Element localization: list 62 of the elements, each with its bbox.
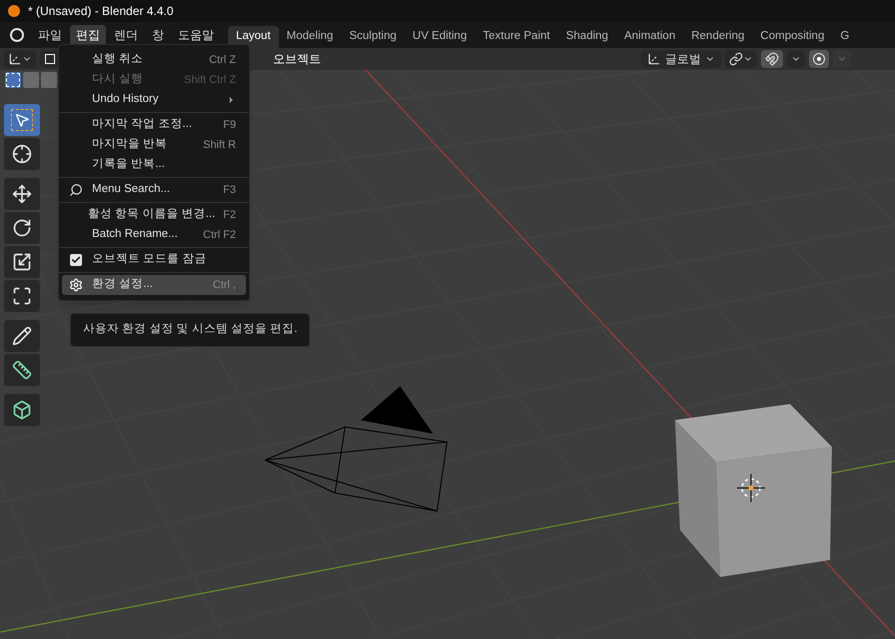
checkbox[interactable] bbox=[70, 254, 82, 266]
rotate-icon bbox=[12, 218, 32, 238]
menu-item[interactable]: 도움말 bbox=[172, 25, 220, 45]
tool-button[interactable] bbox=[4, 104, 40, 136]
workspace-tab[interactable]: G bbox=[832, 26, 858, 48]
menu-item[interactable]: Batch Rename... Ctrl F2 bbox=[62, 225, 246, 245]
3d-cursor-icon bbox=[736, 474, 766, 502]
object-menu[interactable]: 오브젝트 bbox=[269, 50, 325, 68]
magnet-icon bbox=[765, 52, 779, 66]
workspace-tab[interactable]: Sculpting bbox=[341, 26, 405, 48]
orientation-dropdown[interactable]: 글로벌 bbox=[641, 50, 721, 68]
tool-button[interactable] bbox=[4, 138, 40, 170]
workspace-tab[interactable]: UV Editing bbox=[404, 26, 475, 48]
tool-button[interactable] bbox=[4, 246, 40, 278]
search-icon bbox=[69, 183, 83, 197]
axes-icon bbox=[647, 52, 661, 66]
workspace-tab[interactable]: Layout bbox=[228, 26, 279, 48]
tool-button[interactable] bbox=[4, 178, 40, 210]
pivot-dropdown[interactable] bbox=[725, 50, 757, 68]
scale-icon bbox=[12, 252, 32, 272]
window-title: * (Unsaved) - Blender 4.4.0 bbox=[28, 3, 174, 20]
menu-item[interactable]: 파일 bbox=[32, 25, 68, 45]
workspace-tab[interactable]: Texture Paint bbox=[474, 26, 558, 48]
select-box-icon[interactable] bbox=[40, 50, 60, 68]
tooltip: 사용자 환경 설정 및 시스템 설정을 편집. bbox=[70, 313, 310, 347]
cube-icon bbox=[12, 400, 32, 420]
workspace-tab[interactable]: Rendering bbox=[683, 26, 752, 48]
tool-button[interactable] bbox=[4, 320, 40, 352]
menu-item[interactable]: Menu Search... F3 bbox=[62, 180, 246, 200]
menu-item[interactable]: 마지막을 반복 Shift R bbox=[62, 135, 246, 155]
link-icon bbox=[729, 52, 743, 66]
menu-item[interactable]: 실행 취소 Ctrl Z bbox=[62, 50, 246, 70]
menu-item[interactable]: 편집 bbox=[70, 25, 106, 45]
mode-dropdown[interactable] bbox=[4, 50, 36, 68]
menu-item[interactable]: 렌더 bbox=[108, 25, 144, 45]
workspace-tab[interactable]: Shading bbox=[558, 26, 616, 48]
menu-item[interactable]: 기록을 반복... bbox=[62, 155, 246, 175]
menu-item[interactable]: Undo History bbox=[62, 90, 246, 110]
select-mode-button[interactable] bbox=[5, 72, 21, 88]
tool-button[interactable] bbox=[4, 354, 40, 386]
move-arrows-icon bbox=[12, 184, 32, 204]
tool-button[interactable] bbox=[4, 212, 40, 244]
tool-button[interactable] bbox=[4, 394, 40, 426]
menu-item[interactable]: 환경 설정... Ctrl , bbox=[62, 275, 246, 295]
workspace-tab[interactable]: Animation bbox=[616, 26, 684, 48]
crosshair-icon bbox=[12, 144, 32, 164]
menu-item[interactable]: 마지막 작업 조정... F9 bbox=[62, 115, 246, 135]
snap-toggle[interactable] bbox=[761, 50, 783, 68]
settings-icon bbox=[69, 278, 83, 292]
pencil-icon bbox=[12, 326, 32, 346]
proportional-toggle[interactable] bbox=[809, 50, 829, 68]
workspace-tab[interactable]: Compositing bbox=[752, 26, 832, 48]
axes-icon bbox=[8, 52, 22, 66]
ruler-icon bbox=[12, 360, 32, 380]
orientation-label: 글로벌 bbox=[665, 51, 701, 68]
menu-item[interactable]: 창 bbox=[146, 25, 170, 45]
workspace-tab[interactable]: Modeling bbox=[278, 26, 342, 48]
menu-item[interactable]: 활성 항목 이름을 변경... F2 bbox=[62, 205, 246, 225]
tool-button[interactable] bbox=[4, 280, 40, 312]
select-box-icon bbox=[12, 110, 32, 130]
transform-icon bbox=[12, 286, 32, 306]
menu-item[interactable]: 오브젝트 모드를 잠금 bbox=[62, 250, 246, 270]
